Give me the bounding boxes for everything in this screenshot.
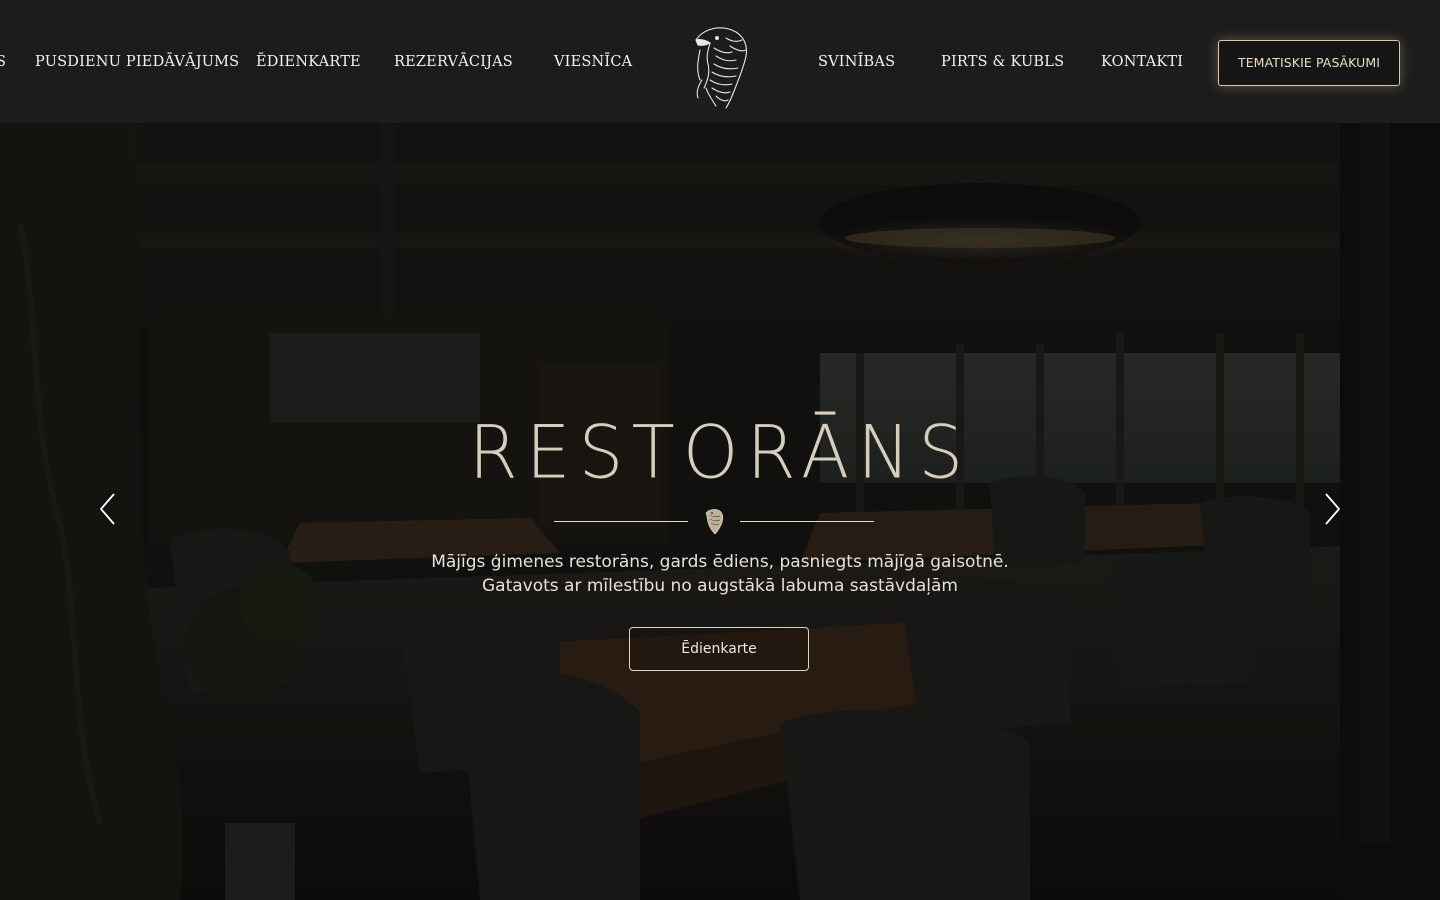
nav-item-sauna-tub[interactable]: PIRTS & KUBLS xyxy=(941,52,1064,72)
nav-item-hotel[interactable]: VIESNĪCA xyxy=(554,52,632,72)
nav-item-contacts[interactable]: KONTAKTI xyxy=(1101,52,1183,72)
nav-item-lunch-offer[interactable]: PUSDIENU PIEDĀVĀJUMS xyxy=(35,52,239,72)
site-header: S PUSDIENU PIEDĀVĀJUMS ĒDIENKARTE REZERV… xyxy=(0,0,1440,123)
hero-subtitle-line1: Mājīgs ģimenes restorāns, gards ēdiens, … xyxy=(431,552,1009,572)
eagle-emblem-icon xyxy=(703,507,725,535)
themed-events-button[interactable]: TEMATISKIE PASĀKUMI xyxy=(1218,40,1400,86)
hero-subtitle-line2: Gatavots ar mīlestību no augstākā labuma… xyxy=(482,576,958,596)
eagle-head-icon[interactable] xyxy=(686,20,754,110)
menu-button[interactable]: Ēdienkarte xyxy=(629,627,809,671)
chevron-left-icon[interactable] xyxy=(96,491,120,527)
hero-slider: RESTORĀNS Mājīgs ģimenes restorāns, gard… xyxy=(0,123,1440,900)
nav-item-menu[interactable]: ĒDIENKARTE xyxy=(256,52,361,72)
chevron-right-icon[interactable] xyxy=(1320,491,1344,527)
nav-item-reservations[interactable]: REZERVĀCIJAS xyxy=(394,52,513,72)
title-divider-right xyxy=(740,521,874,522)
nav-item-celebrations[interactable]: SVINĪBAS xyxy=(818,52,895,72)
title-divider-left xyxy=(554,521,688,522)
hero-title: RESTORĀNS xyxy=(468,410,972,496)
nav-item-truncated[interactable]: S xyxy=(0,52,6,72)
